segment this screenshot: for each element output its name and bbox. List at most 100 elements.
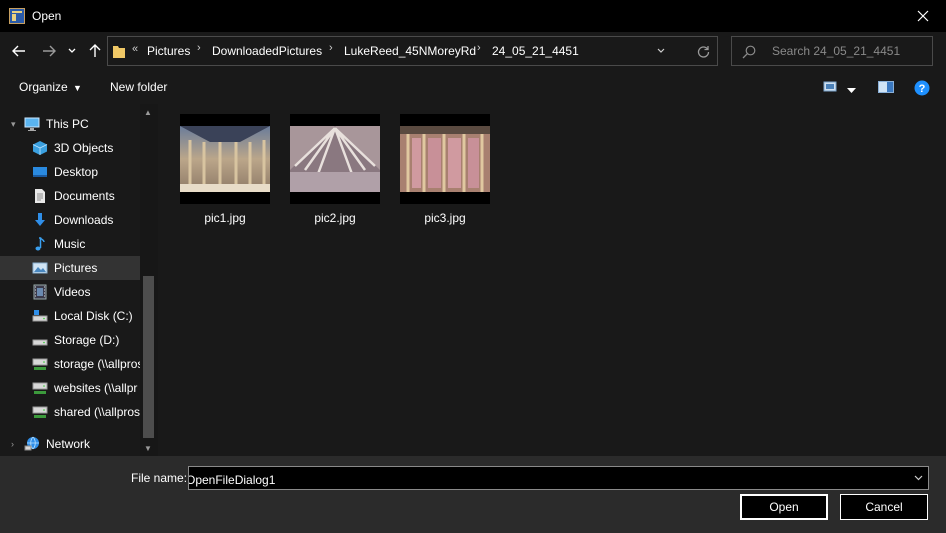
scroll-up-arrow-icon[interactable]: ▲: [144, 108, 152, 117]
thumbnail-image: [400, 126, 490, 192]
breadcrumb-lukereed[interactable]: LukeReed_45NMoreyRd: [344, 44, 476, 58]
breadcrumb-current-folder[interactable]: 24_05_21_4451: [492, 44, 579, 58]
recent-locations-button[interactable]: [63, 40, 81, 62]
svg-text:?: ?: [919, 83, 926, 95]
sidebar-item-3d-objects[interactable]: 3D Objects: [0, 136, 140, 160]
new-folder-button[interactable]: New folder: [110, 80, 167, 94]
desktop-icon: [33, 167, 47, 177]
sidebar-item-label: storage (\\allpros: [54, 357, 144, 371]
pictures-icon: [32, 262, 48, 274]
sidebar-item-this-pc[interactable]: ▾ This PC: [0, 112, 140, 136]
image-thumbnail: [180, 114, 270, 204]
address-dropdown-button[interactable]: [651, 44, 671, 58]
sidebar-item-label: Storage (D:): [54, 333, 120, 347]
network-drive-icon: [32, 406, 48, 418]
file-name-label: File name:: [131, 471, 188, 485]
refresh-button[interactable]: [692, 41, 714, 61]
breadcrumb-pictures[interactable]: Pictures: [147, 44, 190, 58]
view-options-button[interactable]: [847, 83, 856, 97]
file-item-pic2[interactable]: pic2.jpg: [290, 114, 380, 225]
organize-button[interactable]: Organize ▼: [19, 80, 82, 94]
sidebar-item-label: Documents: [54, 189, 115, 203]
sidebar-item-label: Pictures: [54, 261, 98, 275]
sidebar-item-label: Music: [54, 237, 86, 251]
change-view-button[interactable]: [823, 80, 839, 97]
sidebar-item-videos[interactable]: Videos: [0, 280, 140, 304]
sidebar-item-music[interactable]: Music: [0, 232, 140, 256]
sidebar-item-storage-network[interactable]: storage (\\allpros: [0, 352, 144, 376]
chevron-right-icon: ›: [197, 42, 201, 54]
download-icon: [35, 213, 45, 226]
sidebar-item-label: 3D Objects: [54, 141, 114, 155]
command-toolbar: Organize ▼ New folder ?: [0, 70, 946, 104]
caret-down-icon: ▼: [73, 83, 82, 93]
sidebar-item-desktop[interactable]: Desktop: [0, 160, 140, 184]
close-icon: [917, 10, 929, 22]
music-icon: [35, 237, 45, 251]
file-name-dropdown-button[interactable]: [910, 470, 926, 486]
help-button[interactable]: ?: [914, 80, 930, 99]
sidebar-item-pictures[interactable]: Pictures: [0, 256, 140, 280]
chevron-down-icon: [68, 48, 76, 53]
back-button[interactable]: [7, 40, 31, 62]
arrow-right-icon: [43, 45, 56, 57]
sidebar-item-downloads[interactable]: Downloads: [0, 208, 140, 232]
forward-button[interactable]: [37, 40, 61, 62]
open-button[interactable]: Open: [740, 494, 828, 520]
computer-icon: [24, 117, 40, 131]
network-icon: [24, 436, 39, 451]
sidebar-item-storage-d[interactable]: Storage (D:): [0, 328, 140, 352]
cancel-button[interactable]: Cancel: [840, 494, 928, 520]
drive-icon: [32, 339, 48, 346]
sidebar-item-label: Local Disk (C:): [54, 309, 133, 323]
close-button[interactable]: [900, 0, 946, 32]
app-icon: [9, 8, 25, 24]
drive-icon: [32, 310, 48, 322]
arrow-up-icon: [89, 44, 101, 57]
overflow-chevron[interactable]: «: [132, 43, 138, 55]
network-drive-icon: [32, 358, 48, 370]
search-input[interactable]: Search 24_05_21_4451: [731, 36, 933, 66]
sidebar-item-label: Network: [46, 437, 91, 451]
chevron-down-icon: [914, 475, 922, 481]
preview-pane-button[interactable]: [878, 80, 894, 97]
file-name-label: pic3.jpg: [424, 211, 466, 225]
cube-icon: [32, 141, 48, 155]
caret-down-icon: [847, 88, 856, 93]
file-item-pic3[interactable]: pic3.jpg: [400, 114, 490, 225]
window-title: Open: [32, 9, 62, 23]
file-name-label: pic2.jpg: [314, 211, 356, 225]
sidebar-item-shared-network[interactable]: shared (\\allpros: [0, 400, 140, 424]
view-icon: [823, 81, 837, 92]
refresh-icon: [697, 45, 709, 58]
search-icon: [742, 45, 756, 59]
thumbnail-image: [290, 126, 380, 192]
sidebar-item-label: shared (\\allpros: [54, 405, 141, 419]
collapsed-arrow-icon: ›: [11, 439, 14, 449]
thumbnail-image: [180, 126, 270, 192]
file-list[interactable]: pic1.jpg pic2.jpg pic3.jpg: [158, 104, 946, 456]
scrollbar-thumb[interactable]: [143, 276, 154, 438]
up-button[interactable]: [83, 40, 107, 62]
breadcrumb-downloadedpictures[interactable]: DownloadedPictures: [212, 44, 322, 58]
sidebar-item-label: This PC: [46, 117, 89, 131]
document-icon: [35, 189, 45, 203]
sidebar-item-documents[interactable]: Documents: [0, 184, 140, 208]
sidebar-item-label: websites (\\allpr: [54, 381, 138, 395]
sidebar-item-websites-network[interactable]: websites (\\allpr: [0, 376, 140, 400]
sidebar-item-local-disk-c[interactable]: Local Disk (C:): [0, 304, 140, 328]
sidebar-item-label: Desktop: [54, 165, 99, 179]
film-icon: [33, 284, 47, 300]
network-drive-icon: [32, 382, 48, 394]
file-item-pic1[interactable]: pic1.jpg: [180, 114, 270, 225]
sidebar-item-network[interactable]: › Network: [0, 432, 140, 456]
scroll-down-arrow-icon[interactable]: ▼: [144, 444, 152, 453]
file-name-input[interactable]: [188, 466, 929, 490]
arrow-left-icon: [12, 45, 25, 57]
help-icon: ?: [914, 80, 930, 96]
organize-label: Organize: [19, 80, 68, 94]
chevron-right-icon: ›: [329, 42, 333, 54]
address-bar[interactable]: « Pictures › DownloadedPictures › LukeRe…: [107, 36, 718, 66]
expanded-arrow-icon: ▾: [11, 119, 16, 129]
navigation-pane: ▾ This PC 3D Objects Desktop Documents D…: [0, 104, 158, 456]
